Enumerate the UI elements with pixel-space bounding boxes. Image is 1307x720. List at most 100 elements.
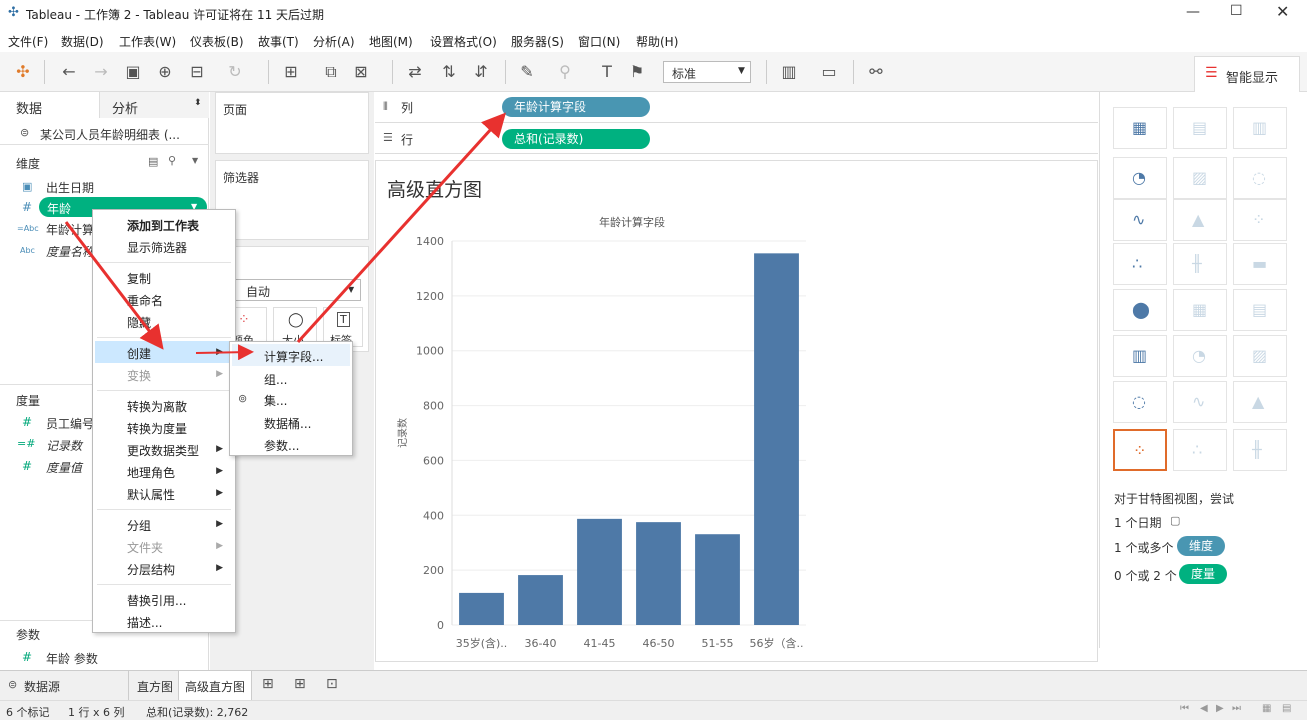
menu-item-14[interactable]: 分层结构: [127, 561, 175, 578]
submenu-set[interactable]: 集...: [264, 392, 287, 409]
showme-chart-0[interactable]: ▦: [1113, 107, 1167, 149]
search-icon[interactable]: ⚲: [168, 154, 176, 167]
refresh-icon[interactable]: ↻: [224, 62, 246, 81]
showme-chart-20[interactable]: ▲: [1233, 381, 1287, 423]
showme-chart-1[interactable]: ▤: [1173, 107, 1227, 149]
list-view-icon[interactable]: ▤: [1282, 703, 1291, 714]
columns-pill[interactable]: 年龄计算字段: [502, 97, 650, 117]
new-worksheet-icon[interactable]: ⊞: [262, 676, 274, 692]
field-age-calc[interactable]: 年龄计算: [46, 221, 94, 238]
rows-shelf[interactable]: ☰ 行 总和(记录数): [375, 123, 1098, 154]
showme-chart-8[interactable]: ⁘: [1233, 199, 1287, 241]
menu-window[interactable]: 窗口(N): [578, 33, 620, 50]
menu-item-9[interactable]: 更改数据类型: [127, 442, 199, 459]
showme-tab[interactable]: ☰ 智能显示: [1194, 56, 1300, 92]
menu-item-7[interactable]: 转换为离散: [127, 398, 187, 415]
nav-first-icon[interactable]: ⏮: [1180, 703, 1189, 714]
menu-item-10[interactable]: 地理角色: [127, 464, 175, 481]
new-datasource-icon[interactable]: ⊕: [154, 62, 176, 81]
filters-card[interactable]: 筛选器: [215, 160, 369, 240]
showme-chart-13[interactable]: ▦: [1173, 289, 1227, 331]
chevron-down-icon[interactable]: ▼: [192, 156, 198, 165]
field-birthdate[interactable]: 出生日期: [46, 179, 94, 196]
menu-file[interactable]: 文件(F): [8, 33, 48, 50]
menu-item-5[interactable]: 创建: [127, 345, 151, 362]
field-record-count[interactable]: 记录数: [46, 437, 82, 454]
nav-next-icon[interactable]: ▶: [1216, 703, 1224, 714]
pin-icon[interactable]: ⚑: [626, 62, 648, 81]
labels-icon[interactable]: T: [596, 62, 618, 81]
tab-data[interactable]: 数据: [0, 92, 100, 118]
showme-chart-21[interactable]: ⁘: [1113, 429, 1167, 471]
param-age[interactable]: 年龄 参数: [46, 650, 98, 667]
save-icon[interactable]: ▣: [122, 62, 144, 81]
menu-help[interactable]: 帮助(H): [636, 33, 678, 50]
menu-map[interactable]: 地图(M): [369, 33, 413, 50]
close-icon[interactable]: ✕: [1276, 2, 1289, 21]
new-dashboard-icon[interactable]: ⊞: [294, 676, 306, 692]
tab-histogram[interactable]: 直方图: [128, 671, 178, 700]
sort-desc-icon[interactable]: ⇵: [470, 62, 492, 81]
submenu-group[interactable]: 组...: [264, 371, 287, 388]
pause-updates-icon[interactable]: ⊟: [186, 62, 208, 81]
showme-chart-3[interactable]: ◔: [1113, 157, 1167, 199]
menu-item-15[interactable]: 替换引用...: [127, 592, 186, 609]
showme-chart-4[interactable]: ▨: [1173, 157, 1227, 199]
fit-select[interactable]: 标准 ▼: [663, 61, 751, 83]
undo-icon[interactable]: ←: [58, 62, 80, 81]
menu-item-2[interactable]: 复制: [127, 270, 151, 287]
showme-chart-19[interactable]: ∿: [1173, 381, 1227, 423]
rows-pill[interactable]: 总和(记录数): [502, 129, 650, 149]
showme-chart-6[interactable]: ∿: [1113, 199, 1167, 241]
menu-dashboard[interactable]: 仪表板(B): [190, 33, 244, 50]
menu-story[interactable]: 故事(T): [258, 33, 299, 50]
datasource-name[interactable]: 某公司人员年龄明细表 (...: [40, 126, 180, 143]
menu-item-8[interactable]: 转换为度量: [127, 420, 187, 437]
group-icon[interactable]: ⚲: [554, 62, 576, 81]
menu-worksheet[interactable]: 工作表(W): [119, 33, 176, 50]
showme-chart-7[interactable]: ▲: [1173, 199, 1227, 241]
menu-item-16[interactable]: 描述...: [127, 614, 162, 631]
field-measure-names[interactable]: 度量名称: [46, 243, 94, 260]
submenu-bins[interactable]: 数据桶...: [264, 415, 311, 432]
menu-item-11[interactable]: 默认属性: [127, 486, 175, 503]
minimize-icon[interactable]: —: [1186, 4, 1200, 20]
showme-chart-2[interactable]: ▥: [1233, 107, 1287, 149]
duplicate-sheet-icon[interactable]: ⧉: [320, 62, 342, 82]
menu-server[interactable]: 服务器(S): [511, 33, 564, 50]
submenu-calculated-field[interactable]: 计算字段...: [264, 348, 323, 365]
redo-icon[interactable]: →: [90, 62, 112, 81]
share-icon[interactable]: ⚯: [865, 62, 887, 81]
presentation-icon[interactable]: ▭: [818, 62, 840, 81]
list-view-icon[interactable]: ▤: [148, 155, 158, 168]
menu-analysis[interactable]: 分析(A): [313, 33, 355, 50]
tab-datasource[interactable]: 数据源: [24, 678, 60, 695]
show-cards-icon[interactable]: ▥: [778, 62, 800, 81]
showme-chart-16[interactable]: ◔: [1173, 335, 1227, 377]
menu-item-3[interactable]: 重命名: [127, 292, 163, 309]
menu-format[interactable]: 设置格式(O): [430, 33, 497, 50]
new-worksheet-icon[interactable]: ⊞: [280, 62, 302, 81]
nav-last-icon[interactable]: ⏭: [1232, 703, 1241, 714]
tab-analysis[interactable]: 分析 ⬍: [100, 92, 209, 118]
showme-chart-15[interactable]: ▥: [1113, 335, 1167, 377]
nav-prev-icon[interactable]: ◀: [1200, 703, 1208, 714]
tableau-home-icon[interactable]: ✣: [12, 62, 34, 81]
showme-chart-5[interactable]: ◌: [1233, 157, 1287, 199]
showme-chart-9[interactable]: ∴: [1113, 243, 1167, 285]
sort-asc-icon[interactable]: ⇅: [438, 62, 460, 81]
maximize-icon[interactable]: ☐: [1230, 3, 1243, 19]
tab-advanced-histogram[interactable]: 高级直方图: [178, 671, 252, 700]
new-story-icon[interactable]: ⊡: [326, 676, 338, 692]
showme-chart-23[interactable]: ╫: [1233, 429, 1287, 471]
menu-item-0[interactable]: 添加到工作表: [127, 217, 199, 234]
showme-chart-18[interactable]: ◌: [1113, 381, 1167, 423]
mark-type-select[interactable]: ▮ 自动 ▼: [223, 279, 361, 301]
menu-data[interactable]: 数据(D): [61, 33, 104, 50]
submenu-parameter[interactable]: 参数...: [264, 437, 299, 454]
menu-item-4[interactable]: 隐藏: [127, 314, 151, 331]
highlight-icon[interactable]: ✎: [516, 62, 538, 81]
grid-view-icon[interactable]: ▦: [1262, 703, 1271, 714]
columns-shelf[interactable]: ⦀ 列 年龄计算字段: [375, 92, 1098, 123]
swap-icon[interactable]: ⇄: [404, 62, 426, 81]
